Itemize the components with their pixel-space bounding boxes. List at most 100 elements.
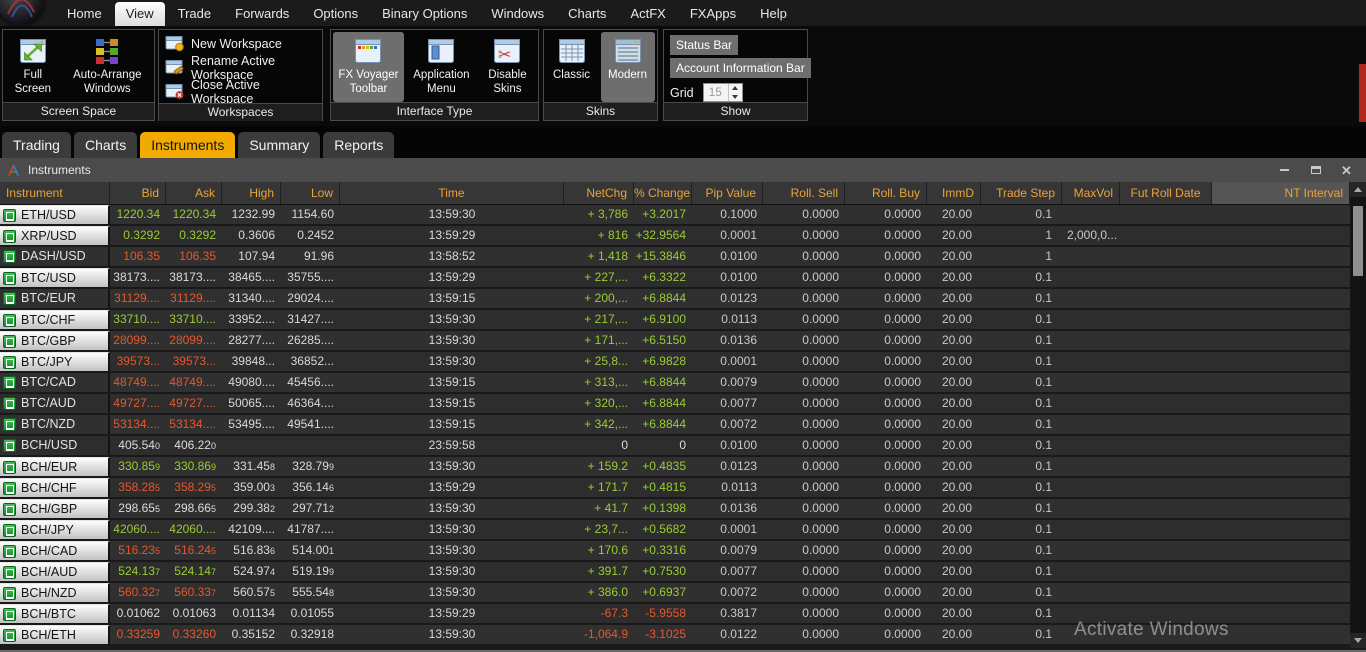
workspace-tab-reports[interactable]: Reports: [323, 132, 394, 158]
roll-buy-cell: 0.0000: [845, 247, 927, 266]
disable-skins-button[interactable]: ✂ Disable Skins: [479, 32, 536, 102]
column-header-ask[interactable]: Ask: [166, 182, 222, 204]
grid-spinner[interactable]: 15: [703, 83, 743, 102]
table-row[interactable]: XRP/USD0.32920.32920.36060.245213:59:29+…: [0, 226, 1350, 247]
table-row[interactable]: BTC/JPY39573...39573...39848...36852...1…: [0, 352, 1350, 373]
application-menu-button[interactable]: Application Menu: [406, 32, 477, 102]
close-button[interactable]: ✕: [1331, 160, 1362, 180]
maximize-button[interactable]: [1300, 160, 1331, 180]
menu-tab-trade[interactable]: Trade: [167, 2, 222, 26]
status-bar-toggle[interactable]: Status Bar: [670, 35, 738, 55]
menu-tab-view[interactable]: View: [115, 2, 165, 26]
table-row[interactable]: BCH/CHF358.285358.295359.003356.14613:59…: [0, 478, 1350, 499]
table-row[interactable]: BTC/NZD53134....53134....53495....49541.…: [0, 415, 1350, 436]
classic-skin-button[interactable]: Classic: [547, 32, 597, 102]
column-header-netchg[interactable]: NetChg: [564, 182, 634, 204]
grid-spinner-value[interactable]: 15: [704, 84, 728, 101]
table-row[interactable]: BCH/EUR330.859330.869331.458328.79913:59…: [0, 457, 1350, 478]
immd-cell: 20.00: [927, 331, 981, 350]
column-header-maxvol[interactable]: MaxVol: [1062, 182, 1120, 204]
low-cell: 41787....: [281, 520, 340, 539]
table-row[interactable]: BTC/CAD48749....48749....49080....45456.…: [0, 373, 1350, 394]
instrument-cell: BTC/CHF: [0, 310, 110, 329]
modern-skin-button[interactable]: Modern: [601, 32, 655, 102]
workspace-tab-summary[interactable]: Summary: [238, 132, 320, 158]
column-header-pip-value[interactable]: Pip Value: [692, 182, 763, 204]
scroll-down-icon: [1354, 638, 1362, 643]
menu-tab-help[interactable]: Help: [749, 2, 798, 26]
roll-buy-cell: 0.0000: [845, 331, 927, 350]
low-cell-value: 519.19: [292, 564, 329, 578]
new-workspace-button[interactable]: New Workspace: [165, 32, 320, 55]
table-row[interactable]: BCH/CAD516.235516.245516.836514.00113:59…: [0, 541, 1350, 562]
menu-tab-forwards[interactable]: Forwards: [224, 2, 300, 26]
grid-spinner-up-button[interactable]: [729, 84, 742, 93]
table-row[interactable]: BCH/GBP298.655298.665299.382297.71213:59…: [0, 499, 1350, 520]
bid-cell-pip-digit: 5: [155, 546, 160, 556]
vertical-scrollbar[interactable]: [1350, 182, 1366, 648]
table-row[interactable]: DASH/USD106.35106.35107.9491.9613:58:52+…: [0, 247, 1350, 268]
instrument-cell: BTC/AUD: [0, 394, 110, 413]
menu-tab-options[interactable]: Options: [302, 2, 369, 26]
table-row[interactable]: BCH/JPY42060....42060....42109....41787.…: [0, 520, 1350, 541]
scroll-down-button[interactable]: [1350, 633, 1366, 648]
low-cell-pip-digit: 2: [329, 504, 334, 514]
table-row[interactable]: BTC/CHF33710....33710....33952....31427.…: [0, 310, 1350, 331]
table-row[interactable]: ETH/USD1220.341220.341232.991154.6013:59…: [0, 205, 1350, 226]
table-row[interactable]: BCH/USD405.540406.22023:59:58000.01000.0…: [0, 436, 1350, 457]
menu-tab-fxapps[interactable]: FXApps: [679, 2, 747, 26]
column-header-roll-buy[interactable]: Roll. Buy: [845, 182, 927, 204]
close-active-workspace-button[interactable]: Close Active Workspace: [165, 80, 320, 103]
grid-spinner-down-button[interactable]: [729, 93, 742, 102]
minimize-button[interactable]: [1269, 160, 1300, 180]
column-header-time[interactable]: Time: [340, 182, 564, 204]
full-screen-button[interactable]: Full Screen: [5, 32, 61, 102]
column-header-immd[interactable]: ImmD: [927, 182, 981, 204]
menu-tab-charts[interactable]: Charts: [557, 2, 617, 26]
workspace-tab-instruments[interactable]: Instruments: [140, 132, 235, 158]
table-row[interactable]: BTC/EUR31129....31129....31340....29024.…: [0, 289, 1350, 310]
column-header-instrument[interactable]: Instrument: [0, 182, 110, 204]
column-header-fut-roll-date[interactable]: Fut Roll Date: [1120, 182, 1212, 204]
instrument-cell: BCH/JPY: [0, 520, 110, 539]
account-information-bar-toggle[interactable]: Account Information Bar: [670, 58, 811, 78]
svg-text:✂: ✂: [498, 45, 511, 64]
workspace-tab-charts[interactable]: Charts: [74, 132, 137, 158]
column-header-bid[interactable]: Bid: [110, 182, 166, 204]
table-row[interactable]: BCH/AUD524.137524.147524.974519.19913:59…: [0, 562, 1350, 583]
bid-cell: 48749....: [110, 373, 166, 392]
table-row[interactable]: BCH/NZD560.327560.337560.575555.54813:59…: [0, 583, 1350, 604]
auto-arrange-windows-button[interactable]: Auto-Arrange Windows: [63, 32, 152, 102]
column-header-trade-step[interactable]: Trade Step: [981, 182, 1062, 204]
menu-tab-windows[interactable]: Windows: [480, 2, 555, 26]
column-header-roll-sell[interactable]: Roll. Sell: [763, 182, 845, 204]
column-header-high[interactable]: High: [222, 182, 281, 204]
menu-tab-binary-options[interactable]: Binary Options: [371, 2, 478, 26]
column-header-change[interactable]: % Change: [634, 182, 692, 204]
disable-skins-label: Disable Skins: [479, 69, 536, 96]
column-header-low[interactable]: Low: [281, 182, 340, 204]
instrument-name: BTC/AUD: [21, 394, 76, 413]
table-row[interactable]: BTC/USD38173....38173....38465....35755.…: [0, 268, 1350, 289]
low-cell-pip-digit: 1: [329, 546, 334, 556]
nt-interval-cell: [1212, 247, 1350, 266]
high-cell: 53495....: [222, 415, 281, 434]
maxvol-cell: [1062, 268, 1120, 287]
table-row[interactable]: BTC/GBP28099....28099....28277....26285.…: [0, 331, 1350, 352]
scrollbar-thumb[interactable]: [1353, 206, 1363, 276]
workspace-tab-trading[interactable]: Trading: [2, 132, 71, 158]
ask-cell: 0.01063: [166, 604, 222, 623]
high-cell: 560.575: [222, 583, 281, 602]
menu-tab-home[interactable]: Home: [56, 2, 113, 26]
rename-active-workspace-button[interactable]: Rename Active Workspace: [165, 56, 320, 79]
percent-change-cell: +15.3846: [634, 247, 692, 266]
scroll-up-button[interactable]: [1350, 182, 1366, 197]
roll-sell-cell: 0.0000: [763, 226, 845, 245]
immd-cell: 20.00: [927, 625, 981, 644]
table-row[interactable]: BTC/AUD49727....49727....50065....46364.…: [0, 394, 1350, 415]
pip-value-cell: 0.0079: [692, 373, 763, 392]
fx-voyager-toolbar-button[interactable]: FX Voyager Toolbar: [333, 32, 404, 102]
menu-tab-actfx[interactable]: ActFX: [619, 2, 676, 26]
column-header-nt-interval[interactable]: NT Interval: [1212, 182, 1350, 204]
classic-skin-label: Classic: [553, 69, 590, 83]
